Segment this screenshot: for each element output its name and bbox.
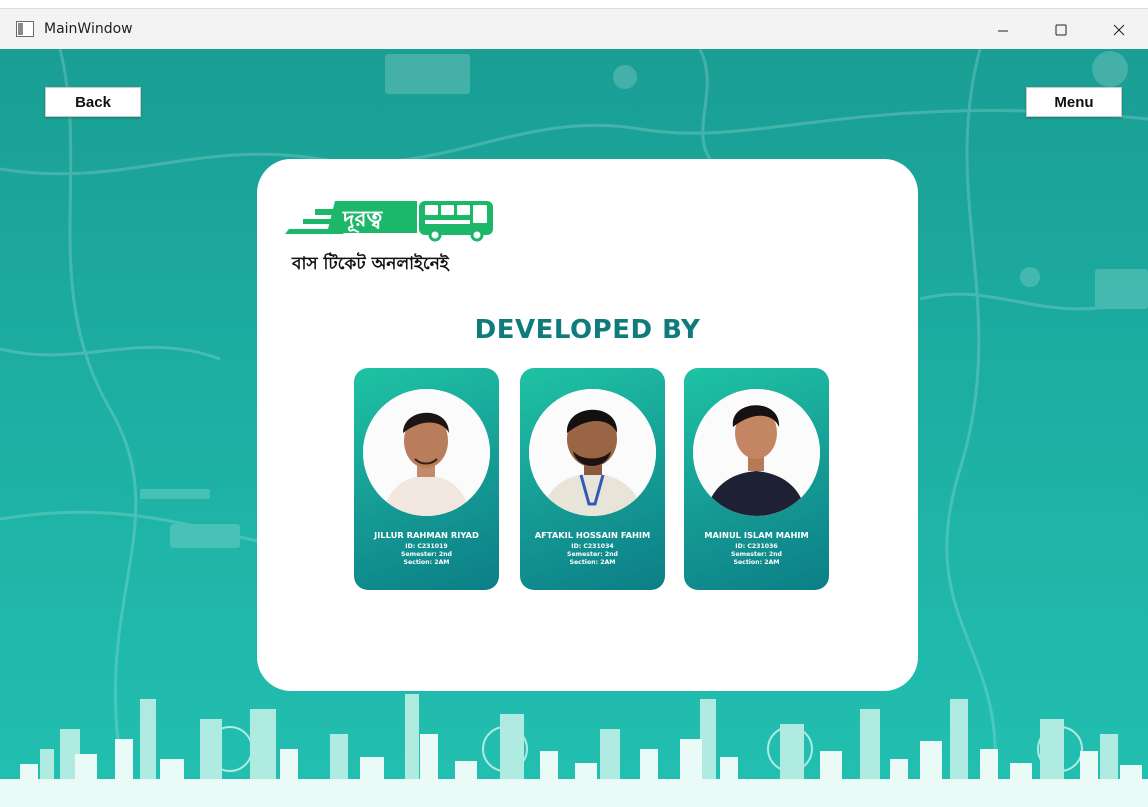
back-button[interactable]: Back [45,87,141,117]
section-title: DEVELOPED BY [474,315,701,345]
close-button[interactable] [1090,9,1148,50]
minimize-button[interactable] [974,9,1032,50]
developer-id: ID: C231019 [405,543,448,550]
app-window-icon [14,18,36,40]
developer-name: AFTAKIL HOSSAIN FAHIM [534,530,651,540]
developer-photo [363,389,490,516]
close-icon [1113,24,1125,35]
developer-name: JILLUR RAHMAN RIYAD [374,530,479,540]
logo-tagline: বাস টিকেট অনলাইনেই [292,254,449,274]
maximize-icon [1055,24,1067,35]
developer-semester: Semester: 2nd [731,551,782,558]
about-card: দূরত্ব বাস টিকেট অনলাইনেই DEVELOPED BY J… [257,159,918,691]
developer-photo [693,389,820,516]
developer-card: AFTAKIL HOSSAIN FAHIM ID: C231034 Semest… [520,368,665,590]
developer-section: Section: 2AM [403,559,450,566]
developer-semester: Semester: 2nd [401,551,452,558]
window-title: MainWindow [44,21,133,37]
svg-text:দূরত্ব: দূরত্ব [342,207,384,233]
main-content: Back Menu দূরত্ব বাস টিকেট অনলাইনেই DEVE… [0,49,1148,807]
window-titlebar: MainWindow [0,8,1148,49]
developer-section: Section: 2AM [569,559,616,566]
developer-id: ID: C231036 [735,543,778,550]
window-controls [974,9,1148,50]
menu-button[interactable]: Menu [1026,87,1122,117]
minimize-icon [998,30,1008,31]
maximize-button[interactable] [1032,9,1090,50]
city-skyline [0,694,1148,807]
developer-semester: Semester: 2nd [567,551,618,558]
developer-card: JILLUR RAHMAN RIYAD ID: C231019 Semester… [354,368,499,590]
developer-id: ID: C231034 [571,543,614,550]
developer-card: MAINUL ISLAM MAHIM ID: C231036 Semester:… [684,368,829,590]
developer-name: MAINUL ISLAM MAHIM [704,530,809,540]
developer-photo [529,389,656,516]
developer-section: Section: 2AM [733,559,780,566]
